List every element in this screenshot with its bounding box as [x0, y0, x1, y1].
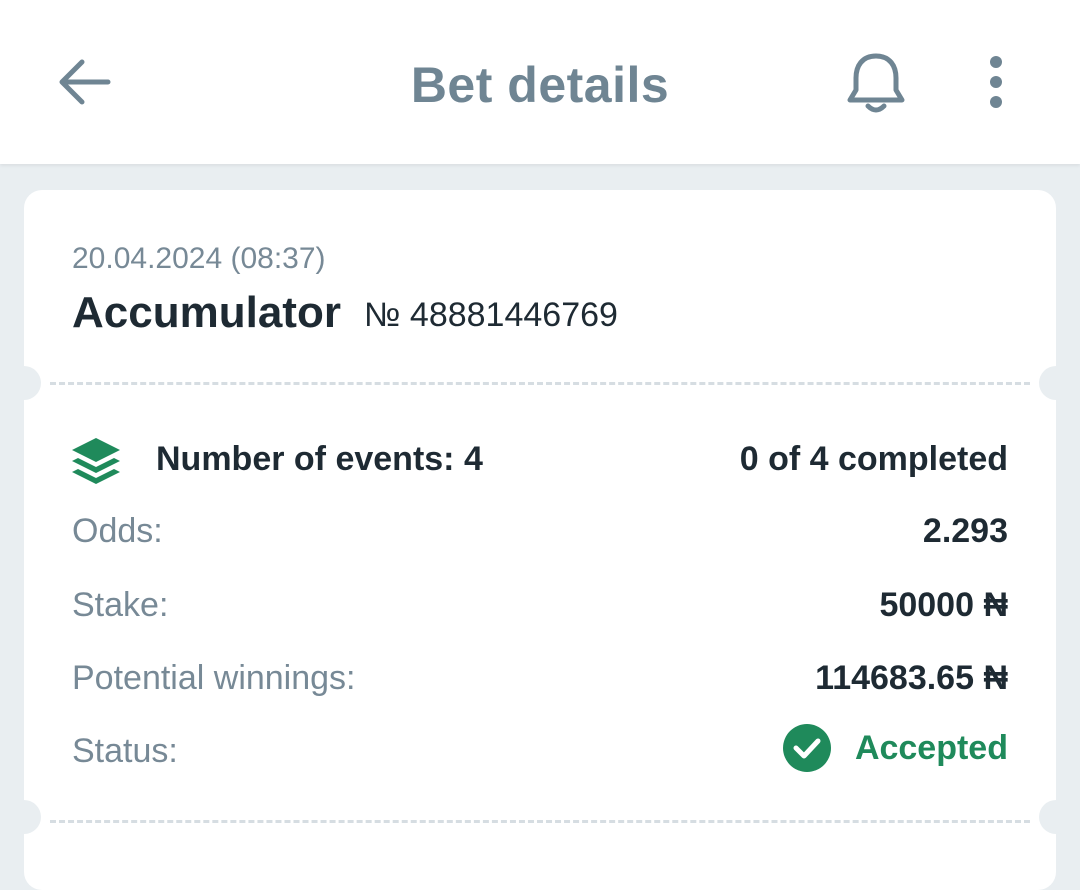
bet-card: 20.04.2024 (08:37) Accumulator № 4888144…: [7, 190, 1073, 890]
odds-label: Odds:: [72, 512, 163, 550]
potential-winnings-value: 114683.65 ₦: [815, 659, 1008, 697]
ticket-notch-right: [1039, 366, 1073, 400]
check-circle-icon: [782, 724, 831, 772]
bell-icon[interactable]: [844, 50, 908, 116]
page-title: Bet details: [410, 57, 670, 113]
potential-winnings-label: Potential winnings:: [72, 659, 356, 697]
layers-icon: [72, 438, 120, 484]
bet-number: № 48881446769: [364, 296, 618, 334]
ticket-divider: [50, 382, 1030, 385]
bet-type: Accumulator: [72, 288, 341, 337]
status-badge: Accepted: [782, 724, 1008, 772]
events-count: Number of events: 4: [156, 440, 483, 478]
stake-label: Stake:: [72, 586, 169, 624]
ticket-notch-right-bottom: [1039, 800, 1073, 834]
odds-value: 2.293: [922, 512, 1008, 550]
stake-value: 50000 ₦: [879, 586, 1008, 624]
app-header: Bet details: [0, 0, 1080, 164]
more-vertical-icon[interactable]: [978, 52, 1014, 112]
ticket-divider-bottom: [50, 820, 1030, 823]
ticket-notch-left-bottom: [7, 800, 41, 834]
status-value: Accepted: [854, 728, 1008, 767]
status-label: Status:: [72, 732, 178, 770]
bet-date: 20.04.2024 (08:37): [72, 242, 326, 275]
events-progress: 0 of 4 completed: [739, 440, 1008, 478]
ticket-notch-left: [7, 366, 41, 400]
